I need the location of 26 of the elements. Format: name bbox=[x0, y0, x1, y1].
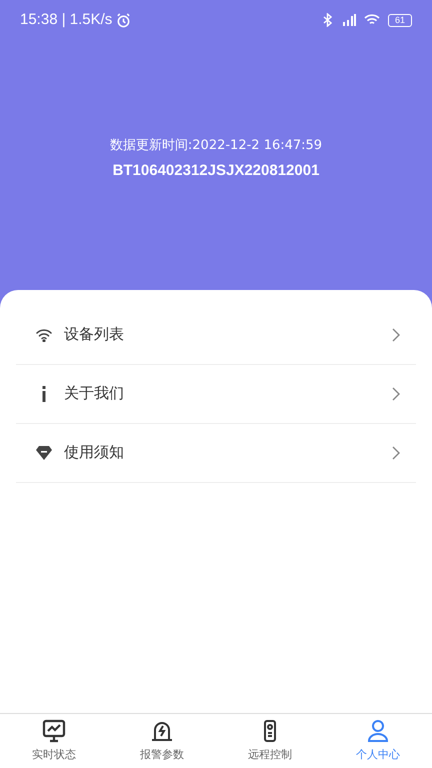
status-time: 15:38 | 1.5K/s bbox=[20, 10, 112, 30]
menu-label: 关于我们 bbox=[64, 384, 124, 404]
tab[interactable]: 报警参数 bbox=[108, 714, 216, 768]
menu-label: 使用须知 bbox=[64, 442, 124, 463]
tab[interactable]: 个人中心 bbox=[324, 714, 432, 768]
tab[interactable]: 实时状态 bbox=[0, 714, 108, 768]
chevron-right-icon bbox=[392, 328, 400, 342]
menu-item[interactable]: 关于我们 bbox=[16, 365, 416, 424]
tab[interactable]: 远程控制 bbox=[216, 714, 324, 768]
signal-icon bbox=[340, 14, 356, 26]
info-icon bbox=[41, 386, 47, 402]
monitor-chart-icon bbox=[42, 718, 66, 743]
menu-item[interactable]: 设备列表 bbox=[16, 306, 416, 365]
alarm-clock-icon bbox=[116, 12, 132, 28]
wifi-icon bbox=[36, 328, 52, 342]
chevron-right-icon bbox=[392, 446, 400, 460]
wifi-icon bbox=[364, 14, 380, 26]
chevron-right-icon bbox=[392, 387, 400, 401]
menu-label: 设备列表 bbox=[64, 324, 124, 345]
person-icon bbox=[366, 718, 390, 743]
update-time-text: 数据更新时间:2022-12-2 16:47:59 bbox=[110, 137, 322, 155]
menu-item[interactable]: 使用须知 bbox=[16, 424, 416, 483]
battery-indicator: 61 bbox=[388, 14, 412, 26]
device-id-text: BT106402312JSJX220812001 bbox=[112, 160, 320, 180]
bluetooth-icon bbox=[323, 13, 332, 27]
diamond-icon bbox=[36, 446, 52, 460]
